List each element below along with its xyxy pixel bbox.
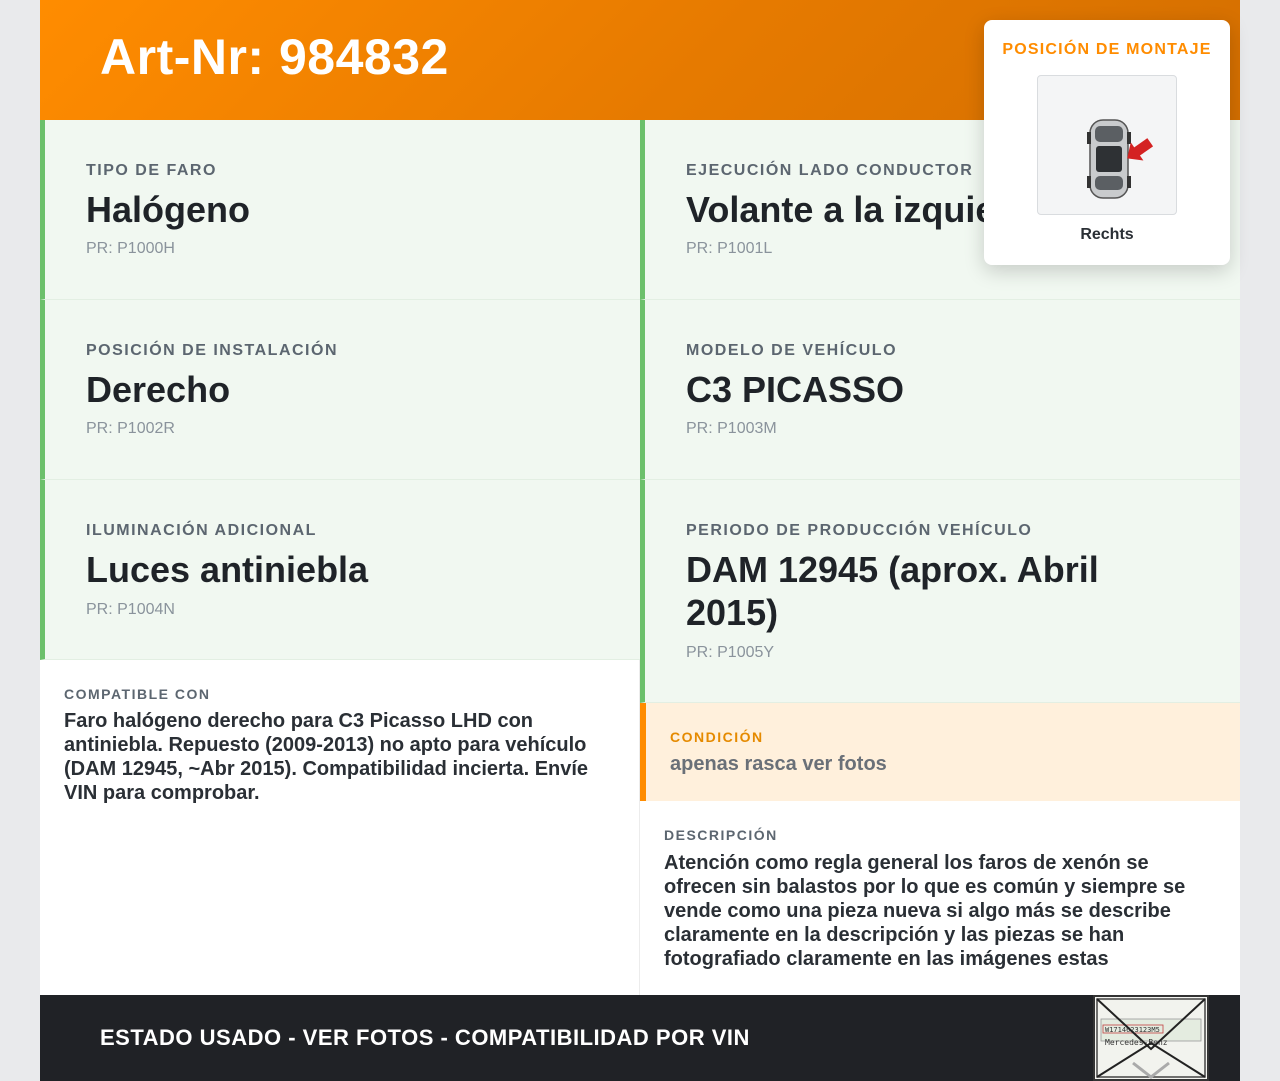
condition-block: CONDICIÓN apenas rasca ver fotos <box>640 703 1240 801</box>
article-number: Art-Nr: 984832 <box>100 29 449 85</box>
attribute-cell-headlight-type: TIPO DE FARO Halógeno PR: P1000H <box>40 120 640 300</box>
attribute-pr-code: PR: P1005Y <box>686 644 775 661</box>
description-text: Atención como regla general los faros de… <box>664 852 1186 970</box>
attribute-label: MODELO DE VEHÍCULO <box>686 342 898 359</box>
condition-text: apenas rasca ver fotos <box>670 753 887 775</box>
mount-position-image[interactable] <box>1037 75 1177 215</box>
footer-bar: ESTADO USADO - VER FOTOS - COMPATIBILIDA… <box>40 995 1240 1081</box>
mount-position-label: Rechts <box>1080 226 1134 243</box>
attribute-pr-code: PR: P1002R <box>86 420 175 437</box>
attribute-cell-vehicle-model: MODELO DE VEHÍCULO C3 PICASSO PR: P1003M <box>640 300 1240 480</box>
attribute-label: PERIODO DE PRODUCCIÓN VEHÍCULO <box>686 522 1033 539</box>
attribute-pr-code: PR: P1000H <box>86 240 175 257</box>
description-title: DESCRIPCIÓN <box>664 827 778 843</box>
condition-title: CONDICIÓN <box>670 729 764 745</box>
attribute-pr-code: PR: P1004N <box>86 601 175 618</box>
attribute-value: Halógeno <box>86 189 251 230</box>
attribute-cell-install-position: POSICIÓN DE INSTALACIÓN Derecho PR: P100… <box>40 300 640 480</box>
attribute-cell-production-period: PERIODO DE PRODUCCIÓN VEHÍCULO DAM 12945… <box>640 480 1240 703</box>
attribute-label: ILUMINACIÓN ADICIONAL <box>86 522 317 539</box>
mount-position-popup: POSICIÓN DE MONTAJE Rechts <box>984 20 1230 265</box>
footer-text: ESTADO USADO - VER FOTOS - COMPATIBILIDA… <box>100 1025 750 1050</box>
car-top-view-icon <box>1087 119 1154 199</box>
attribute-cell-additional-lighting: ILUMINACIÓN ADICIONAL Luces antiniebla P… <box>40 480 640 660</box>
attribute-value: Luces antiniebla <box>86 549 369 590</box>
compatibility-block: COMPATIBLE CON Faro halógeno derecho par… <box>40 660 640 995</box>
attribute-label: TIPO DE FARO <box>86 162 217 179</box>
vin-label-photo[interactable]: W1714623123M5 Mercedes-Benz <box>1093 995 1209 1081</box>
attribute-label: POSICIÓN DE INSTALACIÓN <box>86 342 338 359</box>
mount-position-title: POSICIÓN DE MONTAJE <box>1002 41 1212 58</box>
attribute-label: EJECUCIÓN LADO CONDUCTOR <box>686 162 974 179</box>
attribute-pr-code: PR: P1001L <box>686 240 773 257</box>
attribute-pr-code: PR: P1003M <box>686 420 777 437</box>
attribute-value: C3 PICASSO <box>686 369 905 410</box>
compatibility-title: COMPATIBLE CON <box>64 686 211 702</box>
envelope-icon: W1714623123M5 Mercedes-Benz <box>1096 998 1206 1079</box>
attribute-value: Derecho <box>86 369 231 410</box>
compatibility-text: Faro halógeno derecho para C3 Picasso LH… <box>64 710 589 804</box>
attribute-value: DAM 12945 (aprox. Abril 2015) <box>686 549 1099 633</box>
description-block: DESCRIPCIÓN Atención como regla general … <box>640 801 1240 995</box>
